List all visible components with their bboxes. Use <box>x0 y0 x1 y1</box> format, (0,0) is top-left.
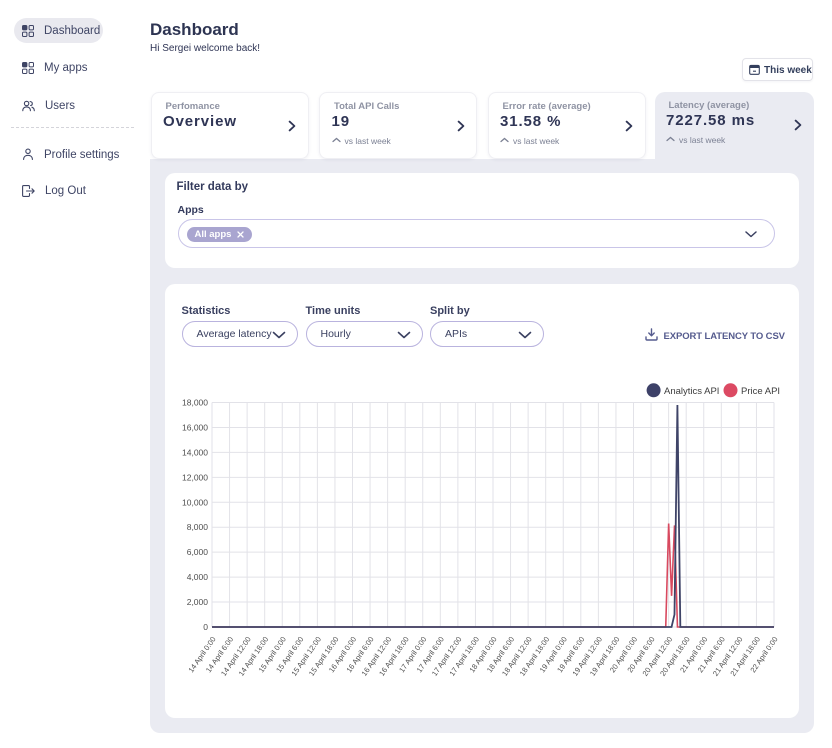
svg-text:2,000: 2,000 <box>186 597 208 607</box>
svg-text:4,000: 4,000 <box>186 572 208 582</box>
svg-text:Analytics API: Analytics API <box>664 386 719 397</box>
svg-text:0: 0 <box>203 622 208 632</box>
svg-text:12,000: 12,000 <box>182 472 208 482</box>
svg-text:Price API: Price API <box>741 386 780 397</box>
svg-text:16,000: 16,000 <box>182 422 208 432</box>
svg-text:18,000: 18,000 <box>182 398 208 408</box>
svg-text:10,000: 10,000 <box>182 497 208 507</box>
svg-text:14,000: 14,000 <box>182 447 208 457</box>
svg-text:8,000: 8,000 <box>186 522 208 532</box>
svg-text:6,000: 6,000 <box>186 547 208 557</box>
